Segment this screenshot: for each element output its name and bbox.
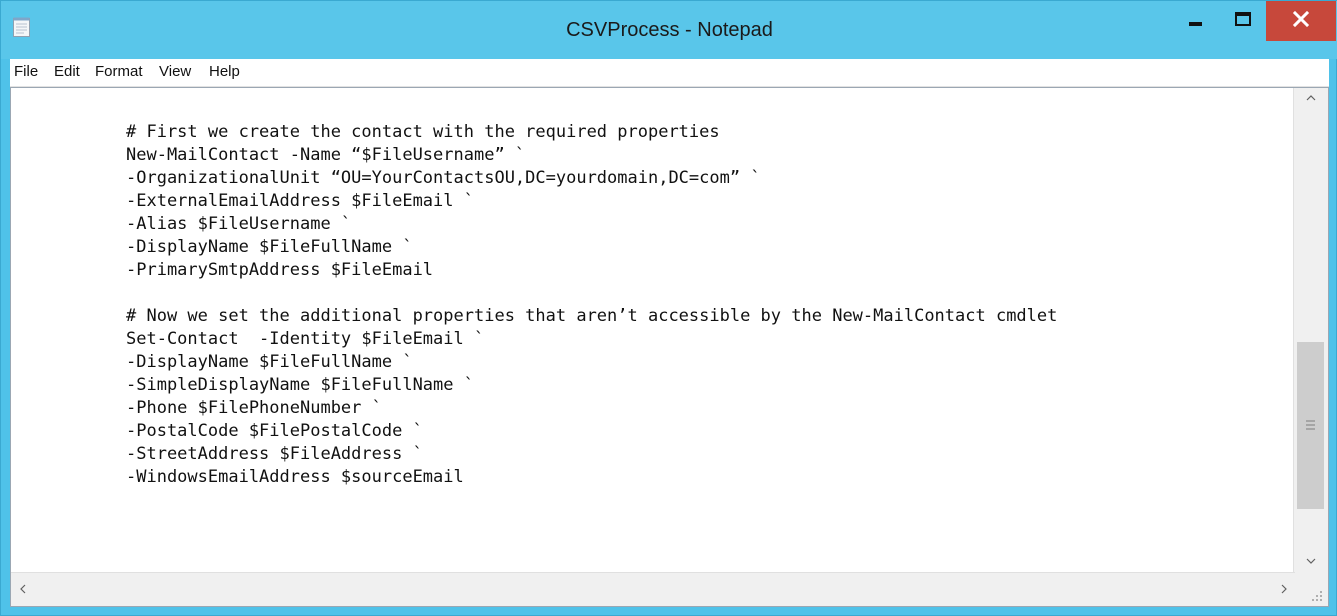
code-line: -Alias $FileUsername ` — [126, 214, 352, 234]
code-line: -DisplayName $FileFullName ` — [126, 237, 413, 257]
code-line: New-MailContact -Name “$FileUsername” ` — [126, 145, 526, 165]
menu-bar: File Edit Format View Help — [10, 59, 1329, 87]
code-line: -SimpleDisplayName $FileFullName ` — [126, 375, 474, 395]
code-line: -ExternalEmailAddress $FileEmail ` — [126, 191, 474, 211]
code-line: -StreetAddress $FileAddress ` — [126, 444, 423, 464]
scroll-down-icon[interactable] — [1305, 555, 1317, 571]
code-line: Set-Contact -Identity $FileEmail ` — [126, 329, 485, 349]
vertical-scroll-thumb[interactable] — [1297, 342, 1324, 509]
title-bar[interactable]: CSVProcess - Notepad — [1, 1, 1337, 59]
menu-help[interactable]: Help — [209, 63, 240, 80]
code-line: -PostalCode $FilePostalCode ` — [126, 421, 423, 441]
notepad-window: CSVProcess - Notepad File Edit Format Vi… — [0, 0, 1337, 616]
scroll-right-icon[interactable] — [1278, 583, 1290, 599]
minimize-button[interactable] — [1172, 1, 1220, 41]
vertical-scrollbar[interactable] — [1293, 88, 1328, 573]
text-editor[interactable]: # First we create the contact with the r… — [10, 87, 1329, 607]
code-line: -Phone $FilePhoneNumber ` — [126, 398, 382, 418]
scroll-left-icon[interactable] — [17, 583, 29, 599]
close-icon — [1266, 1, 1336, 41]
code-line: -PrimarySmtpAddress $FileEmail — [126, 260, 434, 280]
code-line: # Now we set the additional properties t… — [126, 306, 1058, 326]
code-line: -OrganizationalUnit “OU=YourContactsOU,D… — [126, 168, 761, 188]
minimize-icon — [1172, 1, 1220, 41]
close-button[interactable] — [1266, 1, 1336, 41]
scroll-up-icon[interactable] — [1305, 92, 1317, 108]
horizontal-scrollbar[interactable] — [11, 572, 1295, 606]
menu-file[interactable]: File — [14, 63, 38, 80]
menu-view[interactable]: View — [159, 63, 191, 80]
code-line: -DisplayName $FileFullName ` — [126, 352, 413, 372]
menu-edit[interactable]: Edit — [54, 63, 80, 80]
maximize-button[interactable] — [1220, 1, 1266, 41]
maximize-icon — [1220, 1, 1266, 41]
window-title: CSVProcess - Notepad — [566, 19, 773, 41]
menu-format[interactable]: Format — [95, 63, 143, 80]
code-line: # First we create the contact with the r… — [126, 122, 720, 142]
resize-grip[interactable] — [1294, 573, 1328, 606]
text-content[interactable]: # First we create the contact with the r… — [11, 88, 1295, 573]
code-line: -WindowsEmailAddress $sourceEmail — [126, 467, 464, 487]
